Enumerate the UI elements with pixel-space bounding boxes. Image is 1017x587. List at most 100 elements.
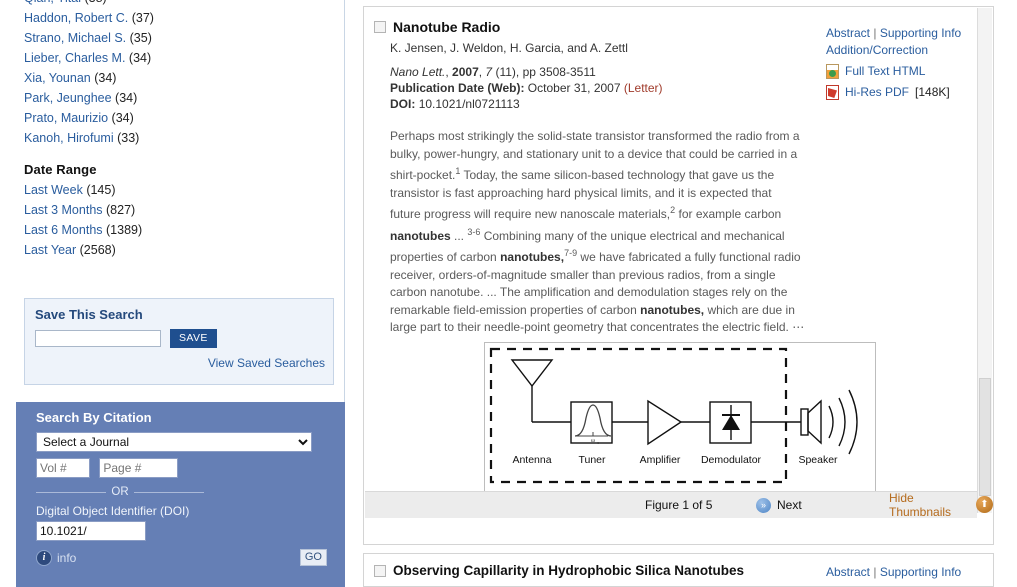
journal-select[interactable]: Select a Journal	[36, 432, 312, 452]
facet-row[interactable]: Last 6 Months (1389)	[24, 220, 344, 240]
addition-correction-link[interactable]: Addition/Correction	[826, 43, 928, 57]
date-range-heading: Date Range	[24, 162, 97, 177]
journal-pages: pp 3508-3511	[522, 65, 596, 79]
abstract-highlight-2: nanotubes,	[500, 250, 565, 264]
figure-block-label: Tuner	[578, 454, 606, 466]
facet-row[interactable]: Haddon, Robert C. (37)	[24, 8, 344, 28]
doi-input[interactable]	[36, 521, 146, 541]
date-range-count: (145)	[86, 183, 116, 197]
sidebar: Qian, Yitai (38) Haddon, Robert C. (37) …	[0, 0, 345, 587]
author-link[interactable]: Strano, Michael S.	[24, 31, 126, 45]
hires-pdf-row[interactable]: Hi-Res PDF [148K]	[826, 84, 986, 101]
link-separator: |	[873, 26, 877, 40]
pub-date-label: Publication Date (Web):	[390, 81, 525, 95]
date-range-count: (1389)	[106, 223, 143, 237]
info-icon: i	[36, 549, 52, 566]
view-saved-searches-row: View Saved Searches	[25, 348, 333, 370]
abstract-highlight-1: nanotubes	[390, 228, 451, 243]
next-figure-button[interactable]: » Next	[756, 497, 802, 513]
abstract-link[interactable]: Abstract	[826, 565, 870, 579]
facet-row[interactable]: Xia, Younan (34)	[24, 68, 344, 88]
abstract-link[interactable]: Abstract	[826, 26, 870, 40]
figure-block-label: Antenna	[512, 454, 551, 466]
links-row-correction: Addition/Correction	[826, 42, 986, 59]
author-count: (38)	[84, 0, 106, 5]
date-range-link[interactable]: Last Year	[24, 243, 76, 257]
author-count: (33)	[117, 131, 140, 145]
nanotube-radio-diagram: ω c Antenna Tuner Amplifier Demodulator …	[489, 347, 858, 484]
date-range-link[interactable]: Last 3 Months	[24, 203, 103, 217]
facet-row[interactable]: Park, Jeunghee (34)	[24, 88, 344, 108]
author-link[interactable]: Kanoh, Hirofumi	[24, 131, 114, 145]
link-separator: |	[873, 565, 877, 579]
figure-counter: Figure 1 of 5	[645, 498, 713, 512]
date-range-facet-list: Last Week (145) Last 3 Months (827) Last…	[0, 180, 344, 260]
save-search-title: Save This Search	[35, 307, 143, 322]
html-document-icon	[826, 64, 839, 79]
journal-name: Nano Lett.	[390, 65, 446, 79]
save-search-input[interactable]	[35, 330, 161, 347]
date-range-link[interactable]: Last Week	[24, 183, 83, 197]
abstract-text-4: ...	[450, 228, 468, 243]
author-link[interactable]: Lieber, Charles M.	[24, 51, 125, 65]
author-link[interactable]: Qian, Yitai	[24, 0, 81, 5]
facet-row[interactable]: Qian, Yitai (38)	[24, 0, 344, 8]
volume-input[interactable]	[36, 458, 90, 478]
facet-row[interactable]: Last 3 Months (827)	[24, 200, 344, 220]
supporting-info-link[interactable]: Supporting Info	[880, 26, 961, 40]
figure-block-label: Amplifier	[640, 454, 681, 466]
next-figure-label: Next	[777, 498, 802, 512]
or-label: OR	[111, 486, 129, 498]
chevron-right-icon: »	[756, 497, 771, 513]
figure-navigation-bar: Figure 1 of 5 » Next Hide Thumbnails ⬆	[365, 491, 993, 519]
svg-text:ω: ω	[591, 438, 595, 444]
result-links-column: Abstract | Supporting Info	[826, 564, 986, 581]
scrollbar-thumb[interactable]	[979, 378, 991, 496]
go-button[interactable]: GO	[299, 549, 327, 566]
save-button[interactable]: SAVE	[170, 329, 217, 348]
result-card: Nanotube Radio K. Jensen, J. Weldon, H. …	[363, 6, 994, 545]
result-checkbox[interactable]	[374, 564, 386, 577]
facet-row[interactable]: Kanoh, Hirofumi (33)	[24, 128, 344, 148]
result-card: Observing Capillarity in Hydrophobic Sil…	[363, 553, 994, 587]
figure-thumbnail[interactable]: ω c Antenna Tuner Amplifier Demodulator …	[484, 342, 876, 514]
author-count: (34)	[128, 51, 152, 65]
facet-row[interactable]: Prato, Maurizio (34)	[24, 108, 344, 128]
author-facet-list: Qian, Yitai (38) Haddon, Robert C. (37) …	[0, 0, 344, 148]
page-input[interactable]	[99, 458, 179, 478]
date-range-count: (827)	[106, 203, 136, 217]
abstract-ref-4: 7-9	[564, 248, 578, 258]
info-label: info	[57, 550, 77, 565]
result-links-column: Abstract | Supporting Info Addition/Corr…	[826, 25, 986, 101]
arrow-up-icon[interactable]: ⬆	[976, 496, 993, 513]
author-link[interactable]: Park, Jeunghee	[24, 91, 112, 105]
author-count: (35)	[129, 31, 152, 45]
hide-thumbnails-button[interactable]: Hide Thumbnails	[889, 491, 977, 519]
facet-row[interactable]: Last Week (145)	[24, 180, 344, 200]
full-text-html-link[interactable]: Full Text HTML	[845, 63, 925, 80]
hires-pdf-link[interactable]: Hi-Res PDF	[845, 84, 909, 101]
citation-bottom-row: i info GO	[36, 549, 327, 566]
author-link[interactable]: Xia, Younan	[24, 71, 91, 85]
document-type-badge: (Letter)	[623, 81, 663, 95]
search-results-page: Qian, Yitai (38) Haddon, Robert C. (37) …	[0, 0, 1017, 587]
result-checkbox[interactable]	[374, 21, 386, 33]
journal-issue: (11),	[495, 65, 520, 79]
date-range-link[interactable]: Last 6 Months	[24, 223, 103, 237]
author-count: (34)	[111, 111, 134, 125]
view-saved-searches-link[interactable]: View Saved Searches	[208, 356, 325, 370]
info-link[interactable]: i info	[36, 549, 77, 566]
full-text-html-row[interactable]: Full Text HTML	[826, 63, 986, 80]
facet-row[interactable]: Lieber, Charles M. (34)	[24, 48, 344, 68]
abstract-ref-3: 3-6	[467, 226, 481, 237]
pdf-document-icon	[826, 85, 839, 100]
journal-year: 2007	[452, 65, 479, 79]
supporting-info-link[interactable]: Supporting Info	[880, 565, 961, 579]
facet-row[interactable]: Strano, Michael S. (35)	[24, 28, 344, 48]
author-link[interactable]: Haddon, Robert C.	[24, 11, 128, 25]
author-link[interactable]: Prato, Maurizio	[24, 111, 108, 125]
results-list: Nanotube Radio K. Jensen, J. Weldon, H. …	[363, 0, 1017, 587]
facet-row[interactable]: Last Year (2568)	[24, 240, 344, 260]
page-title: Nanotube Radio	[393, 19, 501, 35]
search-by-citation-title: Search By Citation	[36, 410, 152, 425]
